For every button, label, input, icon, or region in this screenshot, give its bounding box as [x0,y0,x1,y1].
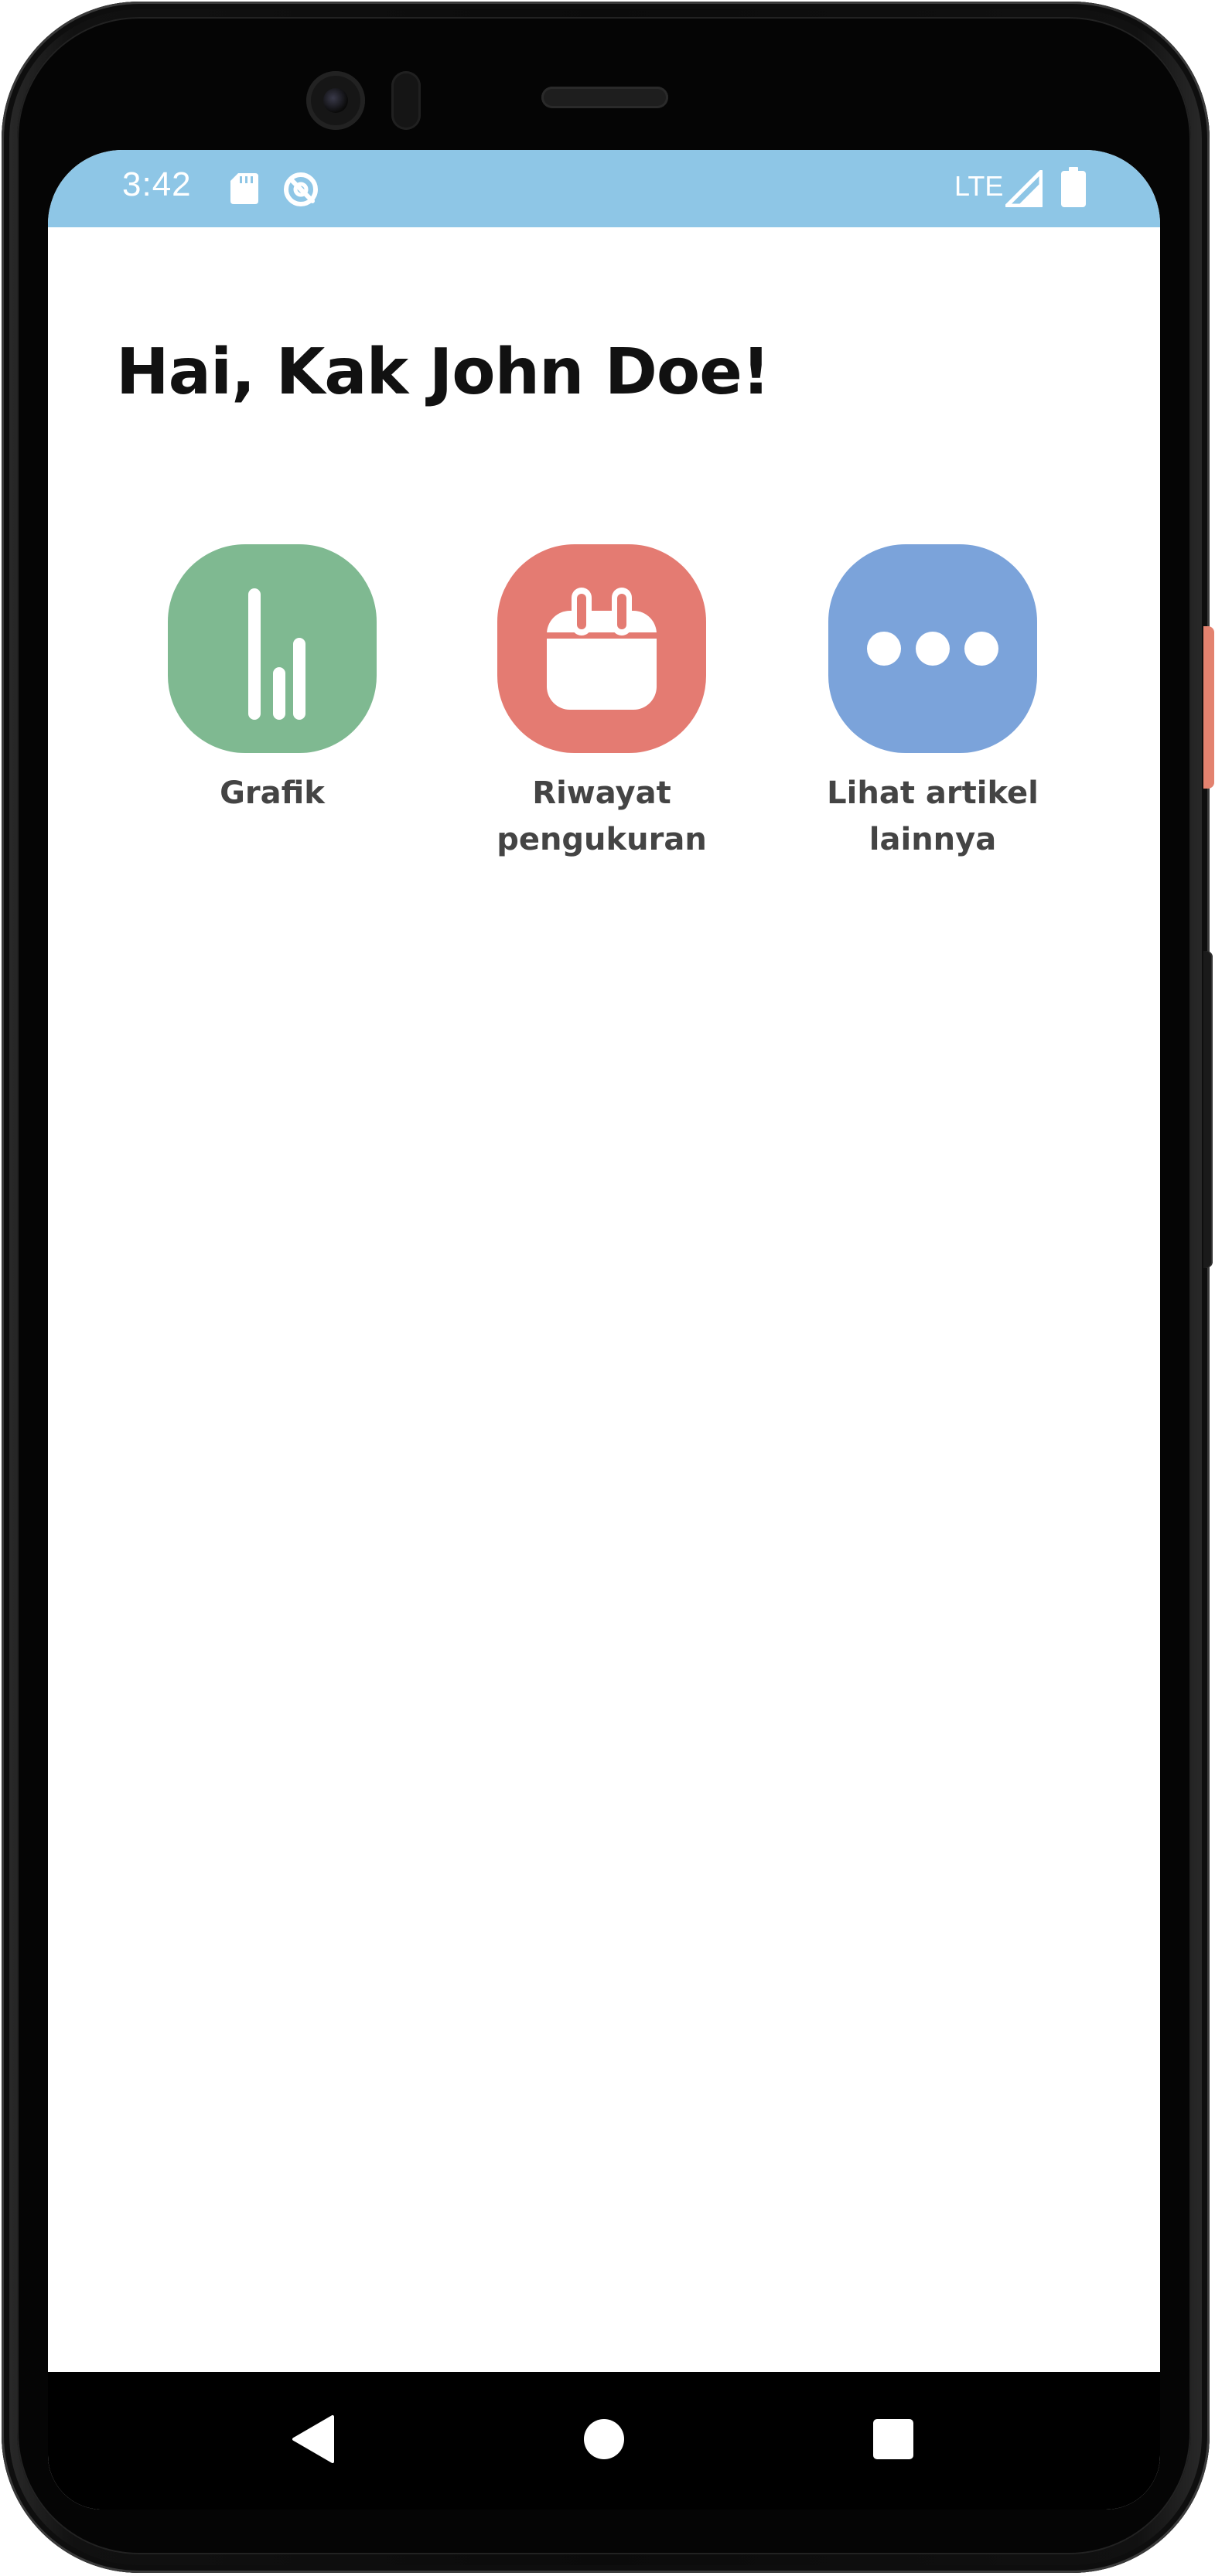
menu-lihat-artikel[interactable]: Lihat artikel lainnya [817,544,1049,863]
network-type: LTE [954,170,1004,202]
artikel-tile[interactable] [828,544,1037,753]
menu-label-artikel: Lihat artikel lainnya [827,775,1039,857]
recents-icon[interactable] [866,2412,920,2466]
menu-label-riwayat: Riwayat pengukuran [497,775,707,857]
volume-button[interactable] [1203,951,1213,1268]
earpiece-speaker [541,87,668,108]
back-icon[interactable] [288,2412,342,2466]
home-icon[interactable] [577,2412,631,2466]
bar-chart-icon [248,588,305,720]
signal-icon [1005,170,1043,207]
menu-grafik[interactable]: Grafik [156,544,388,816]
more-dots-icon [867,632,998,666]
greeting-title: Hai, Kak John Doe! [116,336,770,409]
grafik-tile[interactable] [168,544,377,753]
sync-disabled-icon [284,172,318,206]
screen: 3:42 LTE Hai, Kak John Doe! Grafik Riway… [48,150,1160,2510]
menu-riwayat-pengukuran[interactable]: Riwayat pengukuran [486,544,718,863]
status-time: 3:42 [122,165,192,203]
navigation-bar [48,2372,1160,2510]
status-bar: 3:42 LTE [48,150,1160,227]
sd-card-icon [230,173,258,204]
riwayat-tile[interactable] [497,544,706,753]
home-content: Hai, Kak John Doe! Grafik Riwayat penguk… [48,227,1160,2372]
power-button[interactable] [1203,626,1214,789]
menu-label-grafik: Grafik [220,775,325,811]
proximity-sensor [391,71,421,130]
front-camera [306,71,365,130]
battery-icon [1061,167,1086,207]
calendar-icon [547,588,657,710]
